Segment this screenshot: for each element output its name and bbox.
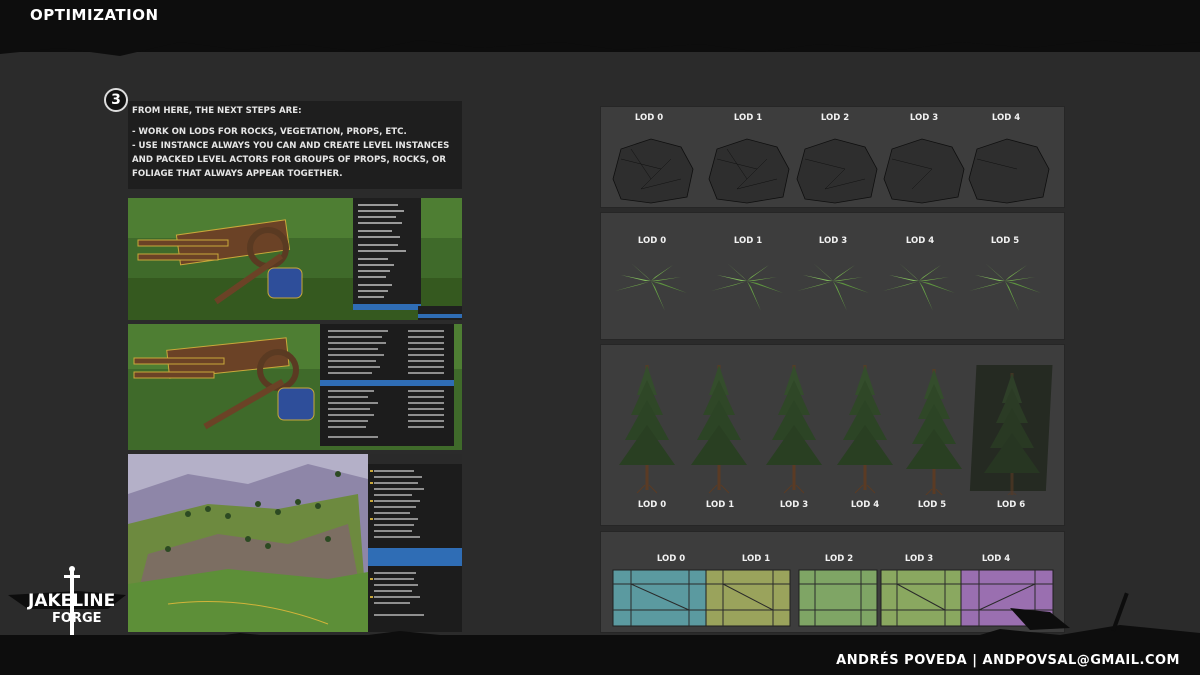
rock-lod-label: LOD 3 (909, 113, 939, 123)
crate-lod-panel: LOD 0 LOD 1 LOD 2 LOD 3 LOD 4 (600, 531, 1065, 633)
rock-lod-label: LOD 4 (991, 113, 1021, 123)
crate-lod-label: LOD 1 (741, 554, 771, 564)
header-torn-edge (0, 30, 1200, 56)
tree-lod-label: LOD 4 (850, 500, 880, 510)
crate-meshes (612, 569, 1054, 627)
page-title: OPTIMIZATION (30, 6, 159, 24)
tree-lod-label: LOD 5 (917, 500, 947, 510)
tree-lod-panel: LOD 0 LOD 1 LOD 3 LOD 4 LOD 5 LOD 6 (600, 344, 1065, 526)
crate-lod-label: LOD 4 (981, 554, 1011, 564)
landscape-outliner-screenshot (128, 454, 462, 632)
tree-meshes (618, 364, 1053, 495)
rock-lod-panel: LOD 0 LOD 1 LOD 2 LOD 3 LOD 4 (600, 106, 1065, 208)
logo-line-1: JAKELINE (28, 591, 116, 611)
tree-lod-label: LOD 6 (996, 500, 1026, 510)
tree-lod-label: LOD 1 (705, 500, 735, 510)
tree-lod-label: LOD 0 (637, 500, 667, 510)
rock-lod-label: LOD 0 (634, 113, 664, 123)
crate-lod-label: LOD 3 (904, 554, 934, 564)
cart-outliner-screenshot (128, 324, 462, 450)
plant-lod-label: LOD 4 (905, 236, 935, 246)
tree-lod-label: LOD 3 (779, 500, 809, 510)
rock-lod-label: LOD 2 (820, 113, 850, 123)
footer-anvil-icon (1010, 592, 1129, 632)
steps-note-box: FROM HERE, THE NEXT STEPS ARE: - WORK ON… (128, 101, 462, 189)
plant-lod-label: LOD 0 (637, 236, 667, 246)
steps-intro: FROM HERE, THE NEXT STEPS ARE: (132, 106, 302, 116)
rock-meshes (612, 138, 1050, 204)
rock-lod-label: LOD 1 (733, 113, 763, 123)
plant-lod-panel: LOD 0 LOD 1 LOD 3 LOD 4 LOD 5 (600, 212, 1065, 340)
plant-lod-label: LOD 3 (818, 236, 848, 246)
step-item-lods: - WORK ON LODS FOR ROCKS, VEGETATION, PR… (132, 127, 407, 137)
step-number-badge: 3 (104, 88, 128, 112)
step-item-instances: - USE INSTANCE ALWAYS YOU CAN AND CREATE… (132, 141, 450, 179)
plant-lod-label: LOD 1 (733, 236, 763, 246)
cart-context-menu-screenshot (128, 198, 462, 320)
plant-meshes (615, 263, 1041, 311)
crate-lod-label: LOD 2 (824, 554, 854, 564)
author-credit: ANDRÉS POVEDA | ANDPOVSAL@GMAIL.COM (836, 653, 1180, 668)
crate-lod-label: LOD 0 (656, 554, 686, 564)
plant-lod-label: LOD 5 (990, 236, 1020, 246)
